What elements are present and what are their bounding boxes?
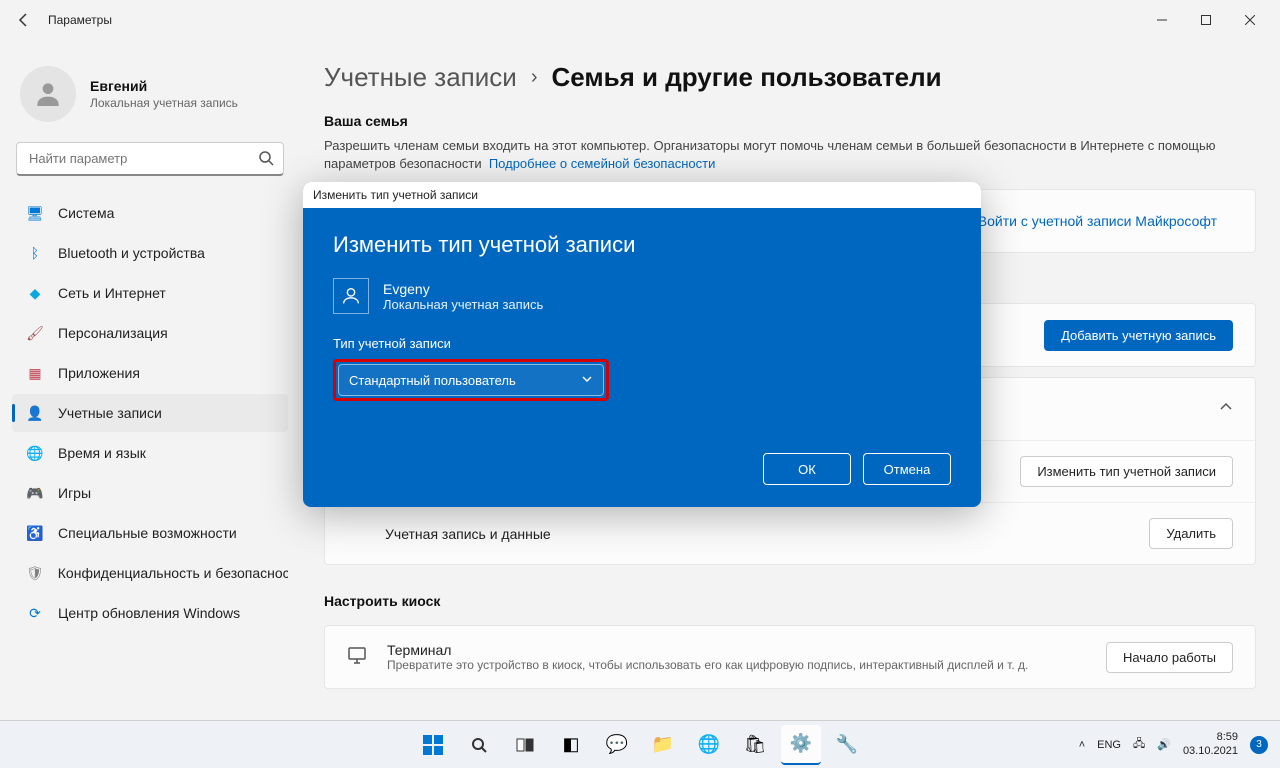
- breadcrumb-current: Семья и другие пользователи: [551, 62, 941, 93]
- chevron-down-icon: [581, 373, 593, 388]
- sidebar-item-apps[interactable]: ▦ Приложения: [12, 354, 288, 392]
- apps-icon: ▦: [26, 364, 44, 382]
- sidebar-item-label: Время и язык: [58, 445, 146, 461]
- sidebar-item-personalization[interactable]: 🖌 Персонализация: [12, 314, 288, 352]
- time-icon: 🌐: [26, 444, 44, 462]
- dialog-user-name: Evgeny: [383, 281, 543, 297]
- tray-network-icon[interactable]: 🖧: [1133, 735, 1145, 754]
- search-icon: [258, 150, 274, 171]
- ok-button[interactable]: ОК: [763, 453, 851, 485]
- signin-ms-button[interactable]: Войти с учетной записи Майкрософт: [962, 206, 1233, 236]
- terminal-icon: [347, 645, 371, 670]
- settings-icon[interactable]: ⚙️: [781, 725, 821, 765]
- sidebar-item-label: Конфиденциальность и безопасность: [58, 565, 288, 581]
- system-icon: 🖥: [26, 204, 44, 222]
- update-icon: ⟳: [26, 604, 44, 622]
- dialog-titlebar: Изменить тип учетной записи: [303, 182, 981, 208]
- sidebar-item-label: Bluetooth и устройства: [58, 245, 205, 261]
- taskbar-search-icon[interactable]: [459, 725, 499, 765]
- start-button[interactable]: [413, 725, 453, 765]
- edge-icon[interactable]: 🌐: [689, 725, 729, 765]
- dialog-heading: Изменить тип учетной записи: [333, 232, 951, 258]
- widgets-icon[interactable]: ◧: [551, 725, 591, 765]
- bluetooth-icon: ᛒ: [26, 244, 44, 262]
- chevron-right-icon: ›: [531, 66, 538, 89]
- family-section-title: Ваша семья: [324, 113, 1256, 129]
- app-icon[interactable]: 🔧: [827, 725, 867, 765]
- notification-badge[interactable]: 3: [1250, 736, 1268, 754]
- profile-name: Евгений: [90, 78, 238, 94]
- breadcrumb-parent[interactable]: Учетные записи: [324, 62, 517, 93]
- network-icon: ◆: [26, 284, 44, 302]
- sidebar-item-bluetooth[interactable]: ᛒ Bluetooth и устройства: [12, 234, 288, 272]
- search-input[interactable]: [16, 142, 284, 176]
- kiosk-card: Терминал Превратите это устройство в кио…: [324, 625, 1256, 689]
- sidebar: Евгений Локальная учетная запись 🖥 Систем…: [0, 40, 300, 720]
- back-button[interactable]: [8, 4, 40, 36]
- change-account-type-dialog: Изменить тип учетной записи Изменить тип…: [303, 182, 981, 507]
- window-title: Параметры: [48, 13, 112, 27]
- nav-list: 🖥 Система ᛒ Bluetooth и устройства ◆ Сеть и И…: [12, 194, 288, 632]
- sidebar-item-label: Учетные записи: [58, 405, 162, 421]
- minimize-button[interactable]: [1140, 4, 1184, 36]
- maximize-button[interactable]: [1184, 4, 1228, 36]
- sidebar-item-label: Система: [58, 205, 114, 221]
- privacy-icon: 🛡: [26, 564, 44, 582]
- accessibility-icon: ♿: [26, 524, 44, 542]
- change-account-type-button[interactable]: Изменить тип учетной записи: [1020, 456, 1233, 487]
- sidebar-item-label: Центр обновления Windows: [58, 605, 240, 621]
- tray-volume-icon[interactable]: 🔊: [1157, 738, 1171, 751]
- account-data-row: Учетная запись и данные Удалить: [325, 502, 1255, 564]
- family-section-desc: Разрешить членам семьи входить на этот к…: [324, 137, 1256, 173]
- search-box[interactable]: [16, 142, 284, 176]
- sidebar-item-network[interactable]: ◆ Сеть и Интернет: [12, 274, 288, 312]
- cancel-button[interactable]: Отмена: [863, 453, 951, 485]
- profile-sub: Локальная учетная запись: [90, 96, 238, 110]
- gaming-icon: 🎮: [26, 484, 44, 502]
- avatar: [20, 66, 76, 122]
- sidebar-item-accounts[interactable]: 👤 Учетные записи: [12, 394, 288, 432]
- dropdown-selected: Стандартный пользователь: [349, 373, 516, 388]
- accounts-icon: 👤: [26, 404, 44, 422]
- kiosk-start-button[interactable]: Начало работы: [1106, 642, 1233, 673]
- sidebar-item-time[interactable]: 🌐 Время и язык: [12, 434, 288, 472]
- breadcrumb: Учетные записи › Семья и другие пользова…: [324, 62, 1256, 93]
- sidebar-item-label: Приложения: [58, 365, 140, 381]
- sidebar-item-gaming[interactable]: 🎮 Игры: [12, 474, 288, 512]
- chevron-up-icon: [1219, 400, 1233, 419]
- dialog-user-avatar: [333, 278, 369, 314]
- account-type-dropdown[interactable]: Стандартный пользователь: [338, 364, 604, 396]
- sidebar-item-label: Персонализация: [58, 325, 168, 341]
- store-icon[interactable]: 🛍: [735, 725, 775, 765]
- profile-block[interactable]: Евгений Локальная учетная запись: [12, 50, 288, 142]
- tray-chevron-icon[interactable]: ˄: [1079, 739, 1085, 751]
- add-account-button[interactable]: Добавить учетную запись: [1044, 320, 1233, 351]
- personalization-icon: 🖌: [26, 324, 44, 342]
- sidebar-item-system[interactable]: 🖥 Система: [12, 194, 288, 232]
- titlebar: Параметры: [0, 0, 1280, 40]
- sidebar-item-accessibility[interactable]: ♿ Специальные возможности: [12, 514, 288, 552]
- highlight-box: Стандартный пользователь: [333, 359, 609, 401]
- task-view-icon[interactable]: [505, 725, 545, 765]
- sidebar-item-privacy[interactable]: 🛡 Конфиденциальность и безопасность: [12, 554, 288, 592]
- chat-icon[interactable]: 💬: [597, 725, 637, 765]
- sidebar-item-label: Специальные возможности: [58, 525, 237, 541]
- sidebar-item-update[interactable]: ⟳ Центр обновления Windows: [12, 594, 288, 632]
- tray-language[interactable]: ENG: [1097, 739, 1121, 751]
- kiosk-section-title: Настроить киоск: [324, 593, 1256, 609]
- account-type-label: Тип учетной записи: [333, 336, 951, 351]
- family-safety-link[interactable]: Подробнее о семейной безопасности: [489, 156, 716, 171]
- kiosk-terminal-label: Терминал: [387, 642, 1106, 658]
- kiosk-desc: Превратите это устройство в киоск, чтобы…: [387, 658, 1106, 672]
- sidebar-item-label: Игры: [58, 485, 91, 501]
- taskbar: ◧ 💬 📁 🌐 🛍 ⚙️ 🔧 ˄ ENG 🖧 🔊 8:59 03.10.2021…: [0, 720, 1280, 768]
- sidebar-item-label: Сеть и Интернет: [58, 285, 166, 301]
- explorer-icon[interactable]: 📁: [643, 725, 683, 765]
- close-button[interactable]: [1228, 4, 1272, 36]
- tray-clock[interactable]: 8:59 03.10.2021: [1183, 731, 1238, 757]
- dialog-user-sub: Локальная учетная запись: [383, 297, 543, 312]
- delete-account-button[interactable]: Удалить: [1149, 518, 1233, 549]
